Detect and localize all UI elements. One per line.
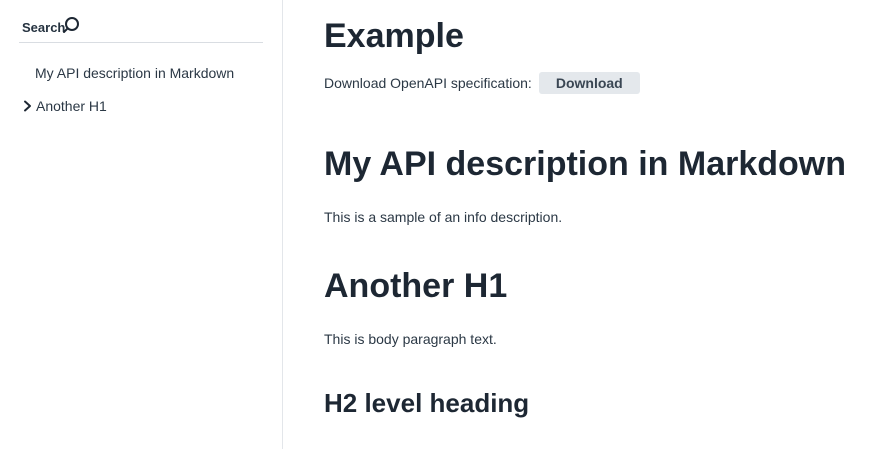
main-content: Example Download OpenAPI specification: D… xyxy=(324,0,884,449)
chevron-right-icon[interactable] xyxy=(22,100,34,112)
download-row: Download OpenAPI specification: Download xyxy=(324,72,640,94)
page: Search My API description in Markdown An… xyxy=(0,0,891,449)
search-label[interactable]: Search xyxy=(22,20,65,35)
section-body-api-description: This is a sample of an info description. xyxy=(324,209,563,225)
section-heading-another-h1: Another H1 xyxy=(324,267,508,305)
download-label: Download OpenAPI specification: xyxy=(324,75,532,91)
sidebar-item-label: My API description in Markdown xyxy=(35,65,235,81)
section-heading-api-description: My API description in Markdown xyxy=(324,145,847,183)
section-body-another-h1: This is body paragraph text. xyxy=(324,331,497,347)
sidebar-item-api-description[interactable]: My API description in Markdown xyxy=(35,65,234,81)
search-icon[interactable] xyxy=(62,16,80,34)
sidebar-item-label: Another H1 xyxy=(36,98,107,114)
subheading-h2: H2 level heading xyxy=(324,388,530,418)
download-button[interactable]: Download xyxy=(538,72,640,94)
sidebar-item-another-h1[interactable]: Another H1 xyxy=(22,98,107,114)
search-bar[interactable]: Search xyxy=(19,14,263,43)
sidebar: Search My API description in Markdown An… xyxy=(0,0,283,449)
page-title: Example xyxy=(324,17,464,55)
